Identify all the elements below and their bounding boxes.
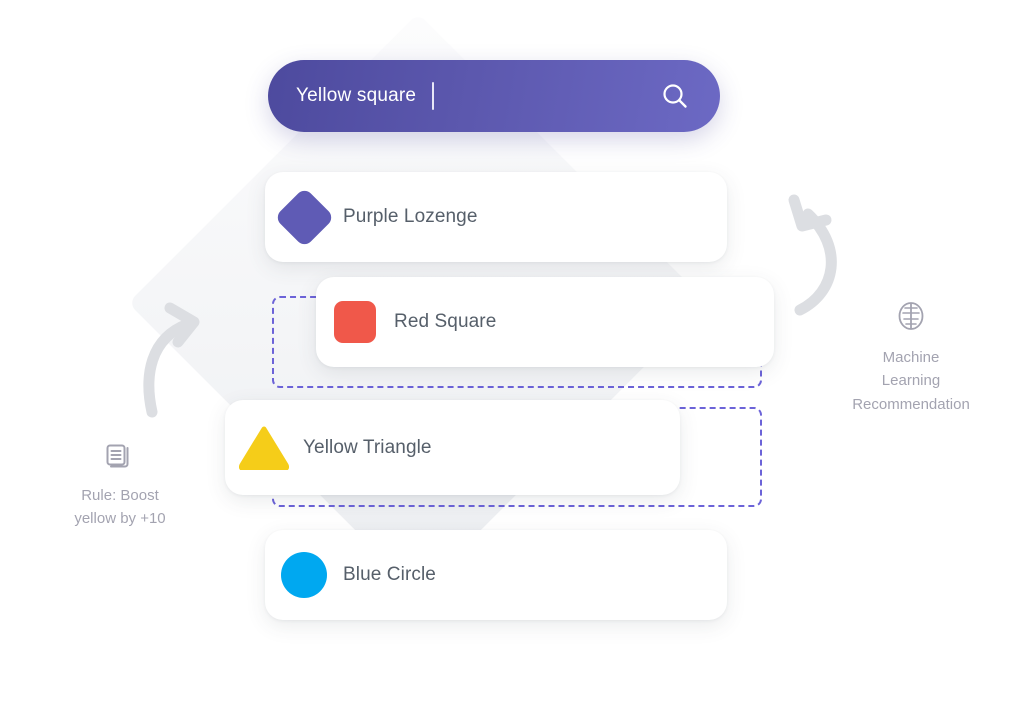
swatch <box>316 301 394 343</box>
result-card-yellow-triangle[interactable]: Yellow Triangle <box>225 400 680 495</box>
result-card-red-square[interactable]: Red Square <box>316 277 774 367</box>
result-label: Purple Lozenge <box>343 206 478 227</box>
annotation-rule: Rule: Boost yellow by +10 <box>45 440 195 531</box>
result-card-purple-lozenge[interactable]: Purple Lozenge <box>265 172 727 262</box>
curved-arrow-left-icon <box>143 302 200 418</box>
search-input-value[interactable]: Yellow square <box>296 85 416 107</box>
search-icon[interactable] <box>660 81 690 111</box>
annotation-ml: Machine Learning Recommendation <box>822 300 1000 416</box>
swatch <box>265 186 343 248</box>
result-card-blue-circle[interactable]: Blue Circle <box>265 530 727 620</box>
yellow-triangle-icon <box>239 426 289 470</box>
annotation-ml-line-2: Learning <box>881 372 941 390</box>
rules-document-icon <box>106 444 129 468</box>
blue-circle-icon <box>281 552 327 598</box>
brain-icon <box>898 302 924 330</box>
result-label: Blue Circle <box>343 564 436 585</box>
annotation-ml-line-1: Machine <box>882 349 940 366</box>
result-label: Yellow Triangle <box>303 436 432 458</box>
swatch <box>225 426 303 470</box>
annotation-ml-line-3: Recommendation <box>852 395 970 413</box>
annotation-rule-line-1: Rule: Boost <box>81 487 159 504</box>
purple-lozenge-icon <box>273 186 335 248</box>
text-cursor <box>432 82 435 110</box>
swatch <box>265 552 343 598</box>
red-square-icon <box>334 301 376 343</box>
result-label: Red Square <box>394 311 497 332</box>
annotation-rule-line-2: yellow by +10 <box>74 510 166 528</box>
search-ranking-illustration: Yellow square Purple Lozenge Red Square … <box>0 0 1024 727</box>
search-bar[interactable]: Yellow square <box>268 60 720 132</box>
